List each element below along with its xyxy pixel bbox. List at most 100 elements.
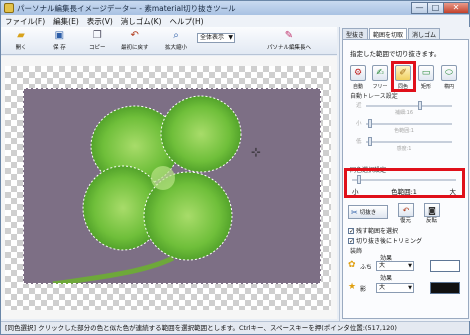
close-button[interactable]: ✕ <box>443 1 469 14</box>
menu-view[interactable]: 表示(V) <box>83 16 117 27</box>
color-range-max: 大 <box>449 188 456 196</box>
canvas-area[interactable]: ⊹ <box>1 56 337 319</box>
border-label: ふち <box>360 264 372 271</box>
chevron-down-icon: ▼ <box>228 34 233 41</box>
ellipse-icon: ⬭ <box>445 68 453 78</box>
border-color-swatch[interactable] <box>430 260 460 272</box>
status-bar: [同色選択] クリックした部分の色と似た色が連続する範囲を選択範囲とします。Ct… <box>1 321 469 334</box>
invert-icon: ◙ <box>428 205 436 215</box>
minimize-button[interactable]: — <box>411 1 428 14</box>
scissors-icon: ✂ <box>351 207 358 217</box>
restore-label: 復元 <box>400 218 412 224</box>
color-range-thumb[interactable] <box>357 175 361 184</box>
keep-selection-label: 残す範囲を選択 <box>356 228 399 235</box>
menu-edit[interactable]: 編集(E) <box>49 16 83 27</box>
view-select-value: 全体表示 <box>200 34 225 41</box>
checkbox-icon: ✓ <box>348 237 355 245</box>
free-icon: ✍ <box>376 68 384 78</box>
panel-description: 指定した範囲で切り抜きます。 <box>350 50 441 58</box>
copy-button[interactable]: ❐ コピー <box>89 29 106 52</box>
zoom-button-label: 拡大縮小 <box>165 45 188 51</box>
color-range-slider[interactable] <box>352 175 456 185</box>
auto-trace-slider-3: 低 感度:1 <box>356 137 452 152</box>
mode-ellipse-label: 楕円 <box>443 84 454 90</box>
border-icon: ✿ <box>348 260 356 270</box>
menu-eraser[interactable]: 消しゴム(K) <box>117 16 166 27</box>
window-title: パーソナル編集長イメージデーター - 素material切り抜きツール <box>17 3 236 13</box>
mode-free-label: フリー <box>372 84 388 90</box>
shadow-effect-select[interactable]: 大 ▼ <box>376 283 414 293</box>
mode-auto-label: 自動 <box>352 84 363 90</box>
copy-icon: ❐ <box>92 29 102 41</box>
send-to-editor-button[interactable]: ✎ パソナル編集長へ <box>267 29 312 52</box>
mode-ellipse-button[interactable]: ⬭ <box>441 65 457 81</box>
mode-rect-button[interactable]: ▭ <box>418 65 434 81</box>
trim-after-cut-label: 切り抜き後にトリミング <box>356 238 423 245</box>
auto-trace-slider-2-label: 小 <box>356 121 362 127</box>
cut-button-label: 切抜き <box>359 210 377 216</box>
open-button-label: 開く <box>15 45 27 51</box>
save-icon: ▣ <box>54 29 65 41</box>
keep-selection-checkbox[interactable]: ✓ 残す範囲を選択 <box>348 226 398 235</box>
title-bar: パーソナル編集長イメージデーター - 素material切り抜きツール — □ … <box>1 1 469 15</box>
mode-free-button[interactable]: ✍ <box>372 65 388 81</box>
open-button[interactable]: ▰ 開く <box>15 29 27 52</box>
highlight-same-color <box>391 61 416 92</box>
zoom-button[interactable]: ⌕ 拡大縮小 <box>165 29 188 52</box>
undo-button-label: 最初に戻す <box>121 45 149 51</box>
send-icon: ✎ <box>284 29 294 41</box>
border-effect-select[interactable]: 大 ▼ <box>376 261 414 271</box>
send-to-editor-label: パソナル編集長へ <box>267 45 312 51</box>
save-button[interactable]: ▣ 保 存 <box>53 29 66 52</box>
invert-label: 反転 <box>426 218 438 224</box>
copy-button-label: コピー <box>89 45 106 51</box>
menu-bar: ファイル(F) 編集(E) 表示(V) 消しゴム(K) ヘルプ(H) <box>1 15 469 27</box>
shadow-effect-row: ★ 影 大 ▼ <box>348 282 464 296</box>
maximize-button[interactable]: □ <box>427 1 444 14</box>
checkbox-icon: ✓ <box>348 227 355 235</box>
trim-after-cut-checkbox[interactable]: ✓ 切り抜き後にトリミング <box>348 236 422 245</box>
border-effect-value: 大 <box>379 262 386 269</box>
color-range-label: 色範囲:1 <box>391 188 417 196</box>
restore-icon: ↶ <box>402 205 410 215</box>
view-select[interactable]: 全体表示 ▼ <box>197 33 235 43</box>
color-range-scale: 小 色範囲:1 大 <box>352 186 456 196</box>
auto-trace-slider-1: 近 補細:16 <box>356 101 452 116</box>
auto-trace-slider-2: 小 色範囲:1 <box>356 119 452 134</box>
menu-file[interactable]: ファイル(F) <box>1 16 49 27</box>
auto-icon: ⚙ <box>353 68 363 78</box>
auto-trace-slider-1-value: 補細:16 <box>394 110 414 116</box>
mode-auto-button[interactable]: ⚙ <box>350 65 366 81</box>
shadow-effect-caption: 効果 <box>380 275 393 282</box>
border-effect-row: ✿ ふち 大 ▼ <box>348 260 464 274</box>
shadow-effect-value: 大 <box>379 284 386 291</box>
auto-trace-slider-3-label: 低 <box>356 139 362 145</box>
rect-icon: ▭ <box>421 68 431 78</box>
app-icon <box>4 3 14 13</box>
color-range-min: 小 <box>352 188 359 196</box>
tool-panel: 型抜き 範囲を切取 消しゴム 指定した範囲で切り抜きます。 ⚙ 自動 ✍ フリー… <box>339 27 470 321</box>
auto-trace-title: 自動トレース設定 <box>350 93 398 100</box>
app-window: パーソナル編集長イメージデーター - 素material切り抜きツール — □ … <box>0 0 470 335</box>
shadow-icon: ★ <box>348 282 357 292</box>
chevron-down-icon: ▼ <box>408 263 412 269</box>
toolbar: ▰ 開く ▣ 保 存 ❐ コピー ↶ 最初に戻す ⌕ 拡大縮小 全体表示 ▼ ✎… <box>1 27 337 55</box>
zoom-icon: ⌕ <box>173 29 179 41</box>
folder-icon: ▰ <box>17 29 25 41</box>
chevron-down-icon: ▼ <box>408 285 412 291</box>
selection-marquee <box>23 88 321 284</box>
shadow-color-swatch[interactable] <box>430 282 460 294</box>
restore-button[interactable]: ↶ <box>398 203 414 217</box>
auto-trace-slider-3-value: 感度:1 <box>396 146 412 152</box>
auto-trace-slider-1-label: 近 <box>356 103 362 109</box>
save-button-label: 保 存 <box>53 45 66 51</box>
undo-button[interactable]: ↶ 最初に戻す <box>121 29 149 52</box>
menu-help[interactable]: ヘルプ(H) <box>166 16 208 27</box>
invert-button[interactable]: ◙ <box>424 203 440 217</box>
auto-trace-slider-2-value: 色範囲:1 <box>394 128 414 134</box>
decoration-title: 装飾 <box>350 248 363 255</box>
shadow-label: 影 <box>360 286 367 293</box>
mode-rect-label: 矩形 <box>420 84 431 90</box>
cut-button[interactable]: ✂ 切抜き <box>348 205 388 219</box>
undo-icon: ↶ <box>130 29 139 41</box>
